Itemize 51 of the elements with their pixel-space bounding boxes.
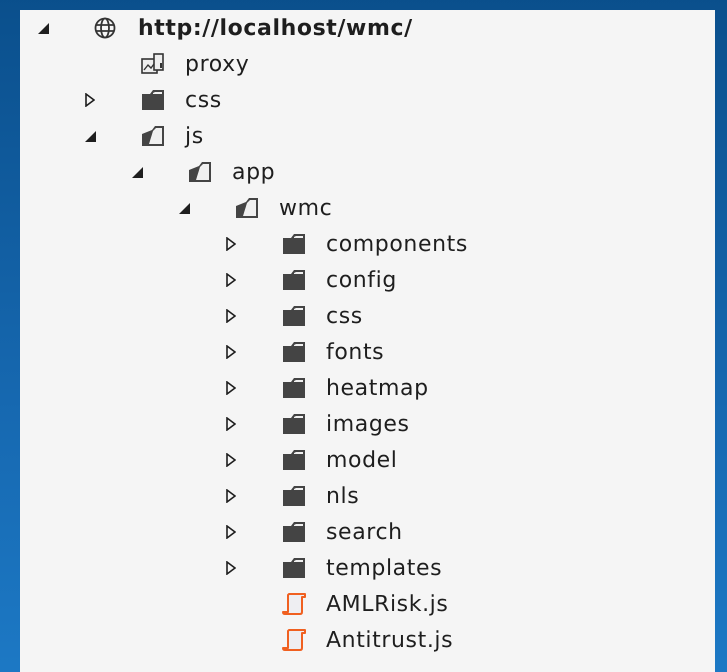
folder-icon <box>282 377 306 399</box>
collapsed-arrow-icon[interactable] <box>226 381 236 395</box>
folder-icon <box>141 89 165 111</box>
tree-item-label[interactable]: css <box>326 304 363 328</box>
folder-icon <box>282 449 306 471</box>
folder-icon <box>282 557 306 579</box>
folder-icon <box>282 485 306 507</box>
collapsed-arrow-icon[interactable] <box>226 237 236 251</box>
tree-item-label[interactable]: wmc <box>279 196 332 220</box>
tree-item-label[interactable]: proxy <box>185 52 250 76</box>
tree-item-label[interactable]: templates <box>326 556 442 580</box>
expanded-arrow-icon[interactable] <box>132 166 143 178</box>
tree-item-label[interactable]: search <box>326 520 403 544</box>
expanded-arrow-icon[interactable] <box>85 130 96 142</box>
collapsed-arrow-icon[interactable] <box>226 489 236 503</box>
tree-item-label[interactable]: heatmap <box>326 376 429 400</box>
tree-item-label[interactable]: images <box>326 412 410 436</box>
folder-icon <box>282 233 306 255</box>
open-folder-icon <box>141 125 165 147</box>
folder-icon <box>282 521 306 543</box>
tree-item-label[interactable]: nls <box>326 484 360 508</box>
collapsed-arrow-icon[interactable] <box>226 561 236 575</box>
collapsed-arrow-icon[interactable] <box>226 345 236 359</box>
collapsed-arrow-icon[interactable] <box>226 309 236 323</box>
tree-item-label[interactable]: fonts <box>326 340 384 364</box>
open-folder-icon <box>235 197 259 219</box>
globe-icon <box>94 17 116 39</box>
tree-item-label[interactable]: http://localhost/wmc/ <box>138 16 413 40</box>
tree-item-label[interactable]: Antitrust.js <box>326 628 454 652</box>
folder-icon <box>282 341 306 363</box>
image-file-icon <box>141 53 165 75</box>
open-folder-icon <box>188 161 212 183</box>
tree-item-label[interactable]: components <box>326 232 468 256</box>
tree-item-label[interactable]: js <box>185 124 204 148</box>
folder-icon <box>282 305 306 327</box>
tree-item-label[interactable]: model <box>326 448 398 472</box>
folder-icon <box>282 269 306 291</box>
collapsed-arrow-icon[interactable] <box>226 525 236 539</box>
collapsed-arrow-icon[interactable] <box>226 273 236 287</box>
script-file-icon <box>282 593 306 615</box>
expanded-arrow-icon[interactable] <box>179 202 190 214</box>
collapsed-arrow-icon[interactable] <box>226 453 236 467</box>
tree-item-label[interactable]: config <box>326 268 397 292</box>
collapsed-arrow-icon[interactable] <box>226 417 236 431</box>
script-file-icon <box>282 629 306 651</box>
tree-item-label[interactable]: css <box>185 88 222 112</box>
tree-item-label[interactable]: app <box>232 160 276 184</box>
expanded-arrow-icon[interactable] <box>38 22 49 34</box>
folder-icon <box>282 413 306 435</box>
tree-item-label[interactable]: AMLRisk.js <box>326 592 448 616</box>
collapsed-arrow-icon[interactable] <box>85 93 95 107</box>
